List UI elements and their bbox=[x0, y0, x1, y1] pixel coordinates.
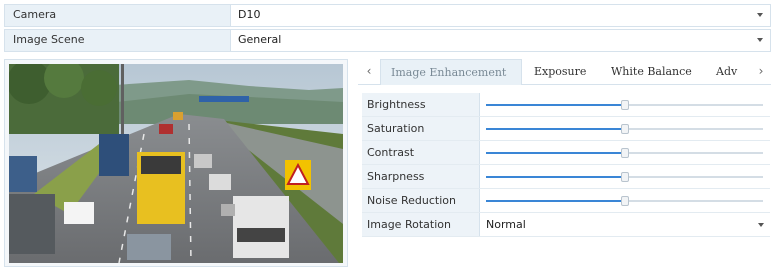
noise-reduction-row: Noise Reduction bbox=[362, 189, 770, 213]
chevron-down-icon bbox=[758, 223, 764, 227]
brightness-row: Brightness bbox=[362, 93, 770, 117]
sharpness-slider-fill bbox=[486, 176, 625, 178]
brightness-slider[interactable] bbox=[486, 100, 763, 110]
camera-row: Camera D10 bbox=[4, 4, 771, 27]
noise-reduction-slider-fill bbox=[486, 200, 625, 202]
image-scene-select-value: General bbox=[238, 33, 282, 46]
camera-label: Camera bbox=[5, 5, 231, 26]
tab-white-balance[interactable]: White Balance bbox=[611, 59, 692, 85]
camera-select[interactable]: D10 bbox=[231, 5, 770, 26]
image-scene-row: Image Scene General bbox=[4, 29, 771, 52]
saturation-slider[interactable] bbox=[486, 124, 763, 134]
image-settings-tabs: ‹ Image Enhancement Exposure White Balan… bbox=[358, 59, 771, 85]
saturation-row: Saturation bbox=[362, 117, 770, 141]
tab-exposure[interactable]: Exposure bbox=[534, 59, 586, 85]
contrast-row: Contrast bbox=[362, 141, 770, 165]
brightness-slider-thumb[interactable] bbox=[621, 100, 629, 110]
image-rotation-select[interactable]: Normal bbox=[480, 213, 770, 236]
sharpness-row: Sharpness bbox=[362, 165, 770, 189]
sharpness-label: Sharpness bbox=[362, 165, 480, 188]
noise-reduction-label: Noise Reduction bbox=[362, 189, 480, 212]
contrast-label: Contrast bbox=[362, 141, 480, 164]
tab-advanced[interactable]: Adv bbox=[716, 59, 737, 85]
contrast-slider[interactable] bbox=[486, 148, 763, 158]
sharpness-slider-thumb[interactable] bbox=[621, 172, 629, 182]
contrast-slider-thumb[interactable] bbox=[621, 148, 629, 158]
sharpness-slider[interactable] bbox=[486, 172, 763, 182]
video-preview bbox=[4, 59, 348, 267]
chevron-left-icon[interactable]: ‹ bbox=[362, 64, 376, 80]
camera-select-value: D10 bbox=[238, 8, 261, 21]
noise-reduction-slider[interactable] bbox=[486, 196, 763, 206]
saturation-slider-fill bbox=[486, 128, 625, 130]
contrast-slider-fill bbox=[486, 152, 625, 154]
chevron-down-icon bbox=[757, 13, 763, 17]
image-rotation-select-value: Normal bbox=[486, 218, 526, 231]
tab-image-enhancement[interactable]: Image Enhancement bbox=[380, 59, 522, 85]
saturation-label: Saturation bbox=[362, 117, 480, 140]
brightness-label: Brightness bbox=[362, 93, 480, 116]
image-rotation-label: Image Rotation bbox=[362, 213, 480, 236]
saturation-slider-thumb[interactable] bbox=[621, 124, 629, 134]
chevron-right-icon[interactable]: › bbox=[754, 64, 768, 80]
image-scene-label: Image Scene bbox=[5, 30, 231, 51]
image-scene-select[interactable]: General bbox=[231, 30, 770, 51]
traffic-camera-image bbox=[9, 64, 343, 263]
brightness-slider-fill bbox=[486, 104, 625, 106]
chevron-down-icon bbox=[757, 38, 763, 42]
image-rotation-row: Image Rotation Normal bbox=[362, 213, 770, 237]
noise-reduction-slider-thumb[interactable] bbox=[621, 196, 629, 206]
